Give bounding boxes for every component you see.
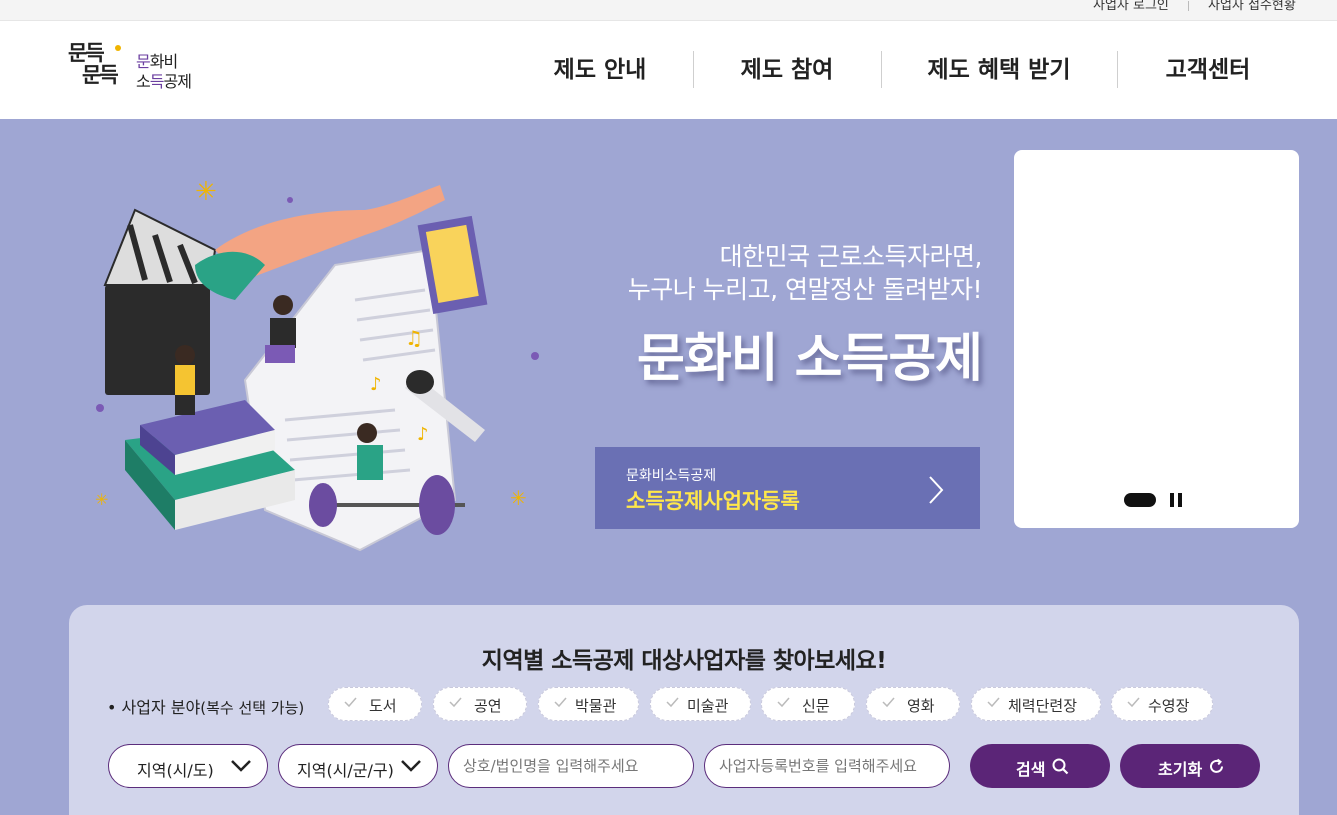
check-icon <box>777 697 790 708</box>
nav-divider <box>693 51 694 88</box>
business-register-button[interactable]: 문화비소득공제 소득공제사업자등록 <box>595 447 980 529</box>
category-chip-fitness[interactable]: 체력단련장 <box>971 687 1101 721</box>
check-icon <box>1127 697 1140 708</box>
category-chip-swimming-pool[interactable]: 수영장 <box>1111 687 1213 721</box>
register-button-caption: 문화비소득공제 <box>626 468 717 484</box>
hero-subtitle-line2: 누구나 누리고, 연말정산 돌려받자! <box>627 275 983 304</box>
search-panel-title: 지역별 소득공제 대상사업자를 찾아보세요! <box>481 648 887 674</box>
hero-title: 문화비 소득공제 <box>637 329 983 389</box>
search-icon <box>1052 758 1069 775</box>
category-chip-performance[interactable]: 공연 <box>433 687 527 721</box>
check-icon <box>344 697 357 708</box>
nav-item-intro[interactable]: 제도 안내 <box>548 51 652 89</box>
check-icon <box>666 697 679 708</box>
nav-divider <box>881 51 882 88</box>
business-category-label: • 사업자 분야(복수 선택 가능) <box>107 698 305 717</box>
category-chip-movie[interactable]: 영화 <box>866 687 960 721</box>
register-button-label: 소득공제사업자등록 <box>626 489 800 513</box>
nav-item-participate[interactable]: 제도 참여 <box>735 51 839 89</box>
top-utility-bar: 사업자 로그인 사업자 접수현황 <box>0 0 1337 21</box>
category-chip-newspaper[interactable]: 신문 <box>761 687 855 721</box>
check-icon <box>987 697 1000 708</box>
chevron-right-icon <box>929 476 944 504</box>
hero-subtitle-line1: 대한민국 근로소득자라면, <box>719 242 983 271</box>
pause-icon[interactable] <box>1170 493 1182 507</box>
nav-divider <box>1117 51 1118 88</box>
category-chip-gallery[interactable]: 미술관 <box>650 687 751 721</box>
business-search-panel: 지역별 소득공제 대상사업자를 찾아보세요! • 사업자 분야(복수 선택 가능… <box>69 605 1299 815</box>
svg-text:♫: ♫ <box>405 326 423 350</box>
svg-text:✳: ✳ <box>95 490 108 509</box>
business-number-input[interactable] <box>704 744 950 788</box>
svg-text:♪: ♪ <box>417 424 429 445</box>
chevron-down-icon <box>401 760 421 772</box>
svg-text:✳: ✳ <box>510 486 527 510</box>
banner-slider[interactable] <box>1014 150 1299 528</box>
business-apply-status-link[interactable]: 사업자 접수현황 <box>1208 0 1296 13</box>
check-icon <box>882 697 895 708</box>
svg-text:♪: ♪ <box>370 374 382 395</box>
business-login-link[interactable]: 사업자 로그인 <box>1093 0 1169 13</box>
business-name-input[interactable] <box>448 744 694 788</box>
site-header: 문득 문득 문화비 소득공제 제도 안내 제도 참여 제도 혜택 받기 고객센터 <box>0 21 1337 119</box>
utility-divider <box>1188 1 1189 11</box>
main-navigation: 제도 안내 제도 참여 제도 혜택 받기 고객센터 <box>0 51 1337 89</box>
category-chip-books[interactable]: 도서 <box>328 687 422 721</box>
nav-item-benefits[interactable]: 제도 혜택 받기 <box>922 51 1076 89</box>
refresh-icon <box>1210 758 1223 773</box>
region-province-select[interactable]: 지역(시/도) <box>108 744 268 788</box>
check-icon <box>554 697 567 708</box>
svg-text:✳: ✳ <box>195 177 217 207</box>
slider-active-indicator[interactable] <box>1124 493 1156 507</box>
reset-button[interactable]: 초기화 <box>1120 744 1260 788</box>
hero-illustration: ♫ ♪ ♪ ✳ ✳ ✳ <box>95 177 539 552</box>
nav-item-customer-center[interactable]: 고객센터 <box>1158 51 1258 89</box>
search-button[interactable]: 검색 <box>970 744 1110 788</box>
chevron-down-icon <box>231 760 251 772</box>
check-icon <box>449 697 462 708</box>
region-district-select[interactable]: 지역(시/군/구) <box>278 744 438 788</box>
category-chip-museum[interactable]: 박물관 <box>538 687 639 721</box>
